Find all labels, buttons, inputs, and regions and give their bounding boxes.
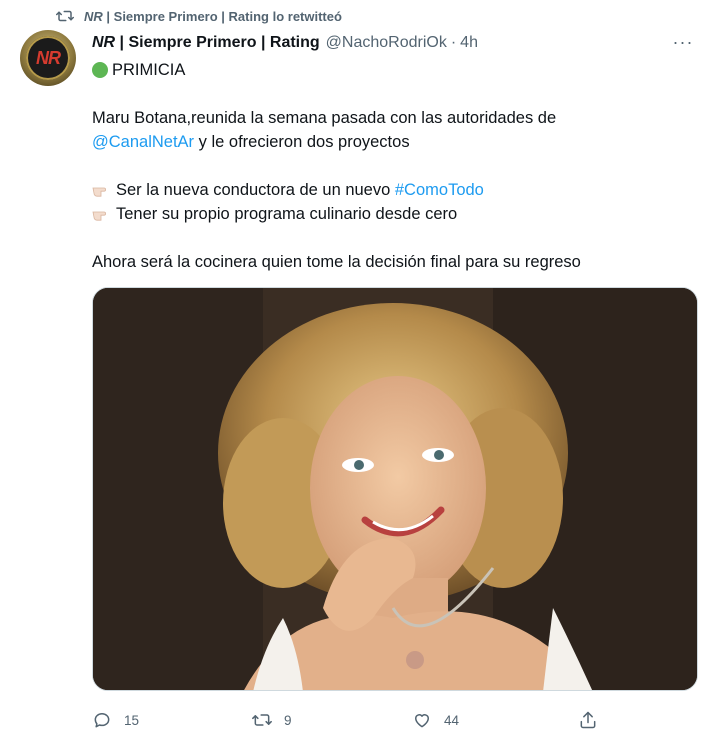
photo-illustration [93, 288, 697, 690]
retweet-count: 9 [284, 712, 292, 728]
reply-count: 15 [124, 712, 140, 728]
tweet-text: PRIMICIA Maru Botana,reunida la semana p… [92, 58, 692, 274]
share-icon [580, 711, 596, 729]
more-icon[interactable]: ··· [671, 30, 695, 54]
heart-icon [415, 714, 429, 728]
retweet-button[interactable]: 9 [252, 706, 292, 734]
retweet-banner-text[interactable]: NR | Siempre Primero | Rating lo retwitt… [84, 9, 342, 24]
author-name-em: NR [92, 34, 116, 51]
text-line-4-text: Ser la nueva conductora de un nuevo [116, 181, 395, 199]
text-line-6: Ahora será la cocinera quien tome la dec… [92, 253, 581, 271]
share-button[interactable] [578, 706, 598, 734]
retweet-icon [252, 714, 272, 726]
text-line-5: Tener su propio programa culinario desde… [92, 202, 692, 226]
separator-dot: · [450, 34, 457, 51]
green-circle-icon [92, 62, 108, 78]
like-count: 44 [444, 712, 460, 728]
tweet-header: NR | Siempre Primero | Rating @NachoRodr… [92, 32, 691, 54]
more-glyph: ··· [672, 31, 694, 52]
tweet-actions: 15 9 44 [92, 706, 698, 734]
text-line-5-text: Tener su propio programa culinario desde… [116, 205, 458, 223]
mention-link[interactable]: @CanalNetAr [92, 133, 194, 151]
tweet-time[interactable]: 4h [460, 34, 478, 52]
author-name[interactable]: NR | Siempre Primero | Rating [92, 34, 320, 52]
reply-icon [94, 713, 110, 728]
text-line-3-rest: y le ofrecieron dos proyectos [194, 133, 410, 151]
text-line-4: Ser la nueva conductora de un nuevo #Com… [92, 178, 692, 202]
author-name-rest: | Siempre Primero | Rating [115, 34, 320, 51]
retweet-icon [56, 10, 74, 22]
retweet-account-em: NR [84, 8, 103, 24]
text-line-2: Maru Botana,reunida la semana pasada con… [92, 109, 557, 127]
avatar[interactable]: NR [20, 30, 76, 86]
reply-button[interactable]: 15 [92, 706, 139, 734]
avatar-logo: NR [26, 36, 70, 80]
author-handle[interactable]: @NachoRodriOk [326, 34, 447, 52]
avatar-logo-text: NR [36, 47, 61, 68]
hashtag-link[interactable]: #ComoTodo [395, 181, 484, 199]
pointing-hand-icon [92, 211, 106, 221]
text-line-1: PRIMICIA [92, 58, 692, 82]
retweet-banner: NR | Siempre Primero | Rating lo retwitt… [56, 6, 342, 26]
pointing-hand-icon [92, 187, 106, 197]
primicia-label: PRIMICIA [112, 61, 186, 79]
retweet-account-rest: | Siempre Primero | Rating lo retwitteó [102, 8, 342, 24]
like-button[interactable]: 44 [412, 706, 459, 734]
text-line-3: @CanalNetAr y le ofrecieron dos proyecto… [92, 130, 692, 154]
tweet-photo[interactable] [92, 287, 698, 691]
